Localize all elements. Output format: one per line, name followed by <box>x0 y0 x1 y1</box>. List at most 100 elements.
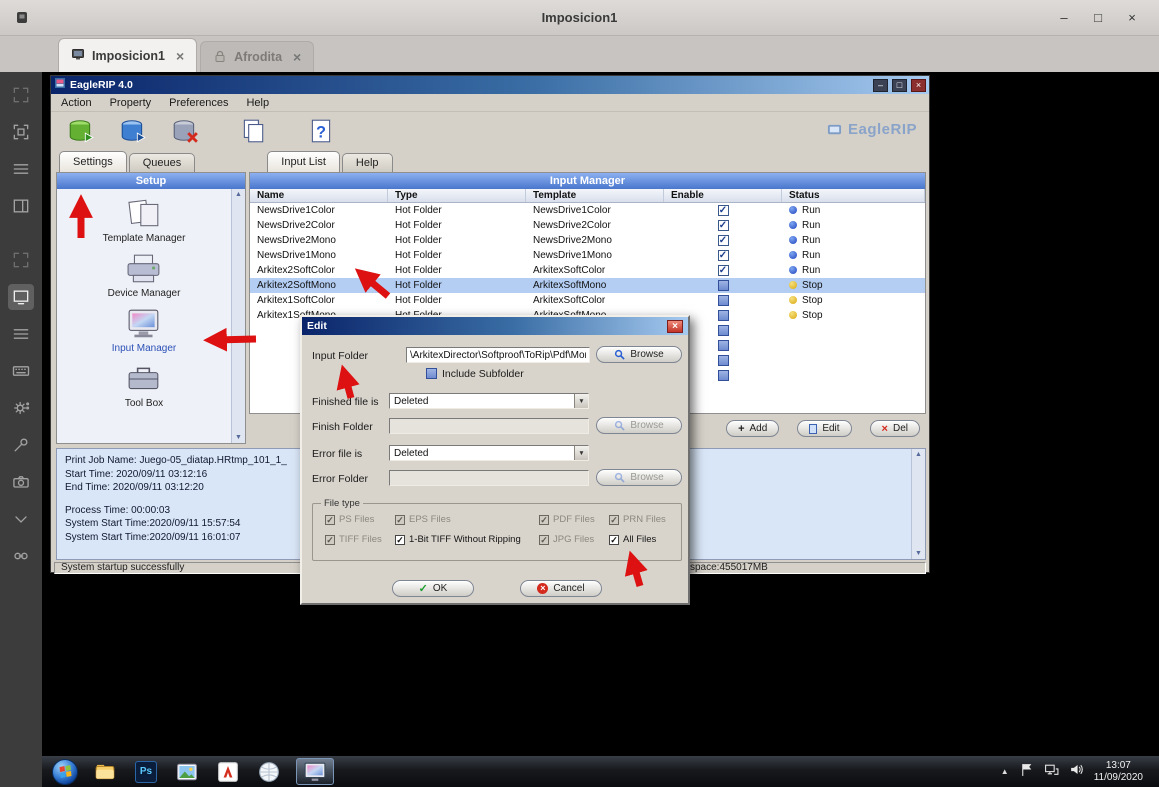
table-row[interactable]: Arkitex1SoftColor Hot Folder ArkitexSoft… <box>250 293 925 308</box>
del-button[interactable]: ×Del <box>870 420 920 437</box>
database-green-icon[interactable] <box>67 117 95 145</box>
column-header[interactable]: Enable <box>664 189 782 202</box>
close-icon[interactable]: × <box>1115 10 1149 25</box>
enable-checkbox[interactable]: ✓ <box>718 205 729 216</box>
table-row[interactable]: Arkitex2SoftColor Hot Folder ArkitexSoft… <box>250 263 925 278</box>
tab-help[interactable]: Help <box>342 153 393 172</box>
selection-corners-icon[interactable] <box>8 82 34 108</box>
checkbox-icon[interactable]: ✓ <box>395 535 405 545</box>
enable-checkbox[interactable] <box>718 310 729 321</box>
hidden-icons-chevron[interactable]: ▲ <box>1001 767 1009 776</box>
menu-lines-icon[interactable] <box>8 156 34 182</box>
taskbar-clock[interactable]: 13:07 11/09/2020 <box>1094 760 1151 784</box>
browse-input-folder-button[interactable]: Browse <box>596 346 682 363</box>
menu-action[interactable]: Action <box>61 97 92 109</box>
scroll-up-icon[interactable]: ▲ <box>915 451 922 458</box>
screenshot-camera-icon[interactable] <box>8 469 34 495</box>
help-icon[interactable]: ? <box>307 117 335 145</box>
tab-queues[interactable]: Queues <box>129 153 196 172</box>
tab-afrodita[interactable]: Afrodita × <box>200 41 314 72</box>
checkbox-all-files[interactable]: ✓All Files <box>609 534 681 545</box>
volume-icon[interactable] <box>1069 762 1084 782</box>
action-flag-icon[interactable] <box>1019 762 1034 782</box>
column-header[interactable]: Template <box>526 189 664 202</box>
enable-checkbox[interactable] <box>718 295 729 306</box>
fullscreen-icon[interactable] <box>8 119 34 145</box>
scaled-display-icon[interactable] <box>8 284 34 310</box>
connection-link-icon[interactable] <box>8 543 34 569</box>
maximize-icon[interactable]: □ <box>892 79 907 92</box>
enable-checkbox[interactable] <box>718 370 729 381</box>
enable-checkbox[interactable]: ✓ <box>718 265 729 276</box>
column-header[interactable]: Status <box>782 189 925 202</box>
table-row[interactable]: NewsDrive2Mono Hot Folder NewsDrive2Mono… <box>250 233 925 248</box>
tab-imposicion1[interactable]: Imposicion1 × <box>58 38 197 72</box>
add-button[interactable]: +Add <box>726 420 779 437</box>
menu-property[interactable]: Property <box>110 97 152 109</box>
tools-wrench-icon[interactable] <box>8 432 34 458</box>
enable-checkbox[interactable]: ✓ <box>718 235 729 246</box>
image-viewer-icon[interactable] <box>173 759 201 785</box>
keyboard-icon[interactable] <box>8 358 34 384</box>
setup-item-input-manager[interactable]: Input Manager <box>112 307 177 354</box>
menu-preferences[interactable]: Preferences <box>169 97 228 109</box>
enable-checkbox[interactable]: ✓ <box>718 220 729 231</box>
menu-help[interactable]: Help <box>246 97 269 109</box>
settings-gear-icon[interactable] <box>8 395 34 421</box>
setup-item-tool-box[interactable]: Tool Box <box>122 362 166 409</box>
input-folder-field[interactable] <box>406 347 590 363</box>
photoshop-icon[interactable]: Ps <box>132 759 160 785</box>
ok-button[interactable]: ✓OK <box>392 580 474 597</box>
eaglerip-taskbar-button[interactable] <box>296 758 334 785</box>
database-red-icon[interactable] <box>171 117 199 145</box>
scroll-down-icon[interactable]: ▼ <box>915 550 922 557</box>
enable-checkbox[interactable] <box>718 325 729 336</box>
minimize-icon[interactable]: – <box>873 79 888 92</box>
column-header[interactable]: Name <box>250 189 388 202</box>
column-header[interactable]: Type <box>388 189 526 202</box>
dialog-close-icon[interactable]: × <box>667 320 683 333</box>
cancel-button[interactable]: ×Cancel <box>520 580 602 597</box>
database-blue-icon[interactable] <box>119 117 147 145</box>
explorer-folder-icon[interactable] <box>91 759 119 785</box>
scroll-down-icon[interactable]: ▼ <box>235 434 242 441</box>
setup-item-template-manager[interactable]: Template Manager <box>103 197 186 244</box>
enable-checkbox[interactable] <box>718 340 729 351</box>
start-button[interactable] <box>52 759 78 785</box>
message-scrollbar[interactable]: ▲ ▼ <box>911 449 925 559</box>
dropdown-arrow-icon[interactable]: ▼ <box>574 446 588 460</box>
scroll-up-icon[interactable]: ▲ <box>235 191 242 198</box>
finished-file-dropdown[interactable]: Deleted ▼ <box>389 393 589 409</box>
scale-corners-icon[interactable] <box>8 247 34 273</box>
tab-settings[interactable]: Settings <box>59 151 127 172</box>
menu-lines-icon[interactable] <box>8 321 34 347</box>
checkbox-icon[interactable]: ✓ <box>609 535 619 545</box>
close-icon[interactable]: × <box>911 79 926 92</box>
dropdown-arrow-icon[interactable]: ▼ <box>574 394 588 408</box>
minimize-icon[interactable]: – <box>1047 10 1081 25</box>
collapse-chevron-icon[interactable] <box>8 506 34 532</box>
table-row-selected[interactable]: Arkitex2SoftMono Hot Folder ArkitexSoftM… <box>250 278 925 293</box>
maximize-icon[interactable]: □ <box>1081 10 1115 25</box>
enable-checkbox[interactable]: ✓ <box>718 250 729 261</box>
close-tab-icon[interactable]: × <box>176 48 184 64</box>
checkbox-1bit-tiff[interactable]: ✓1-Bit TIFF Without Ripping <box>395 534 539 545</box>
table-row[interactable]: NewsDrive1Mono Hot Folder NewsDrive1Mono… <box>250 248 925 263</box>
table-row[interactable]: NewsDrive1Color Hot Folder NewsDrive1Col… <box>250 203 925 218</box>
web-browser-icon[interactable] <box>255 759 283 785</box>
edit-button[interactable]: Edit <box>797 420 851 437</box>
network-icon[interactable] <box>1044 762 1059 782</box>
document-copy-icon[interactable] <box>239 117 267 145</box>
setup-scrollbar[interactable]: ▲ ▼ <box>231 189 245 443</box>
close-tab-icon[interactable]: × <box>293 49 301 65</box>
side-panel-icon[interactable] <box>8 193 34 219</box>
enable-checkbox[interactable] <box>718 355 729 366</box>
tab-input-list[interactable]: Input List <box>267 151 340 172</box>
table-row[interactable]: NewsDrive2Color Hot Folder NewsDrive2Col… <box>250 218 925 233</box>
adobe-reader-icon[interactable] <box>214 759 242 785</box>
include-subfolder-checkbox[interactable] <box>426 368 437 379</box>
setup-item-device-manager[interactable]: Device Manager <box>108 252 181 299</box>
dialog-titlebar[interactable]: Edit × <box>302 317 688 335</box>
eaglerip-titlebar[interactable]: EagleRIP 4.0 – □ × <box>51 76 929 94</box>
enable-checkbox[interactable] <box>718 280 729 291</box>
